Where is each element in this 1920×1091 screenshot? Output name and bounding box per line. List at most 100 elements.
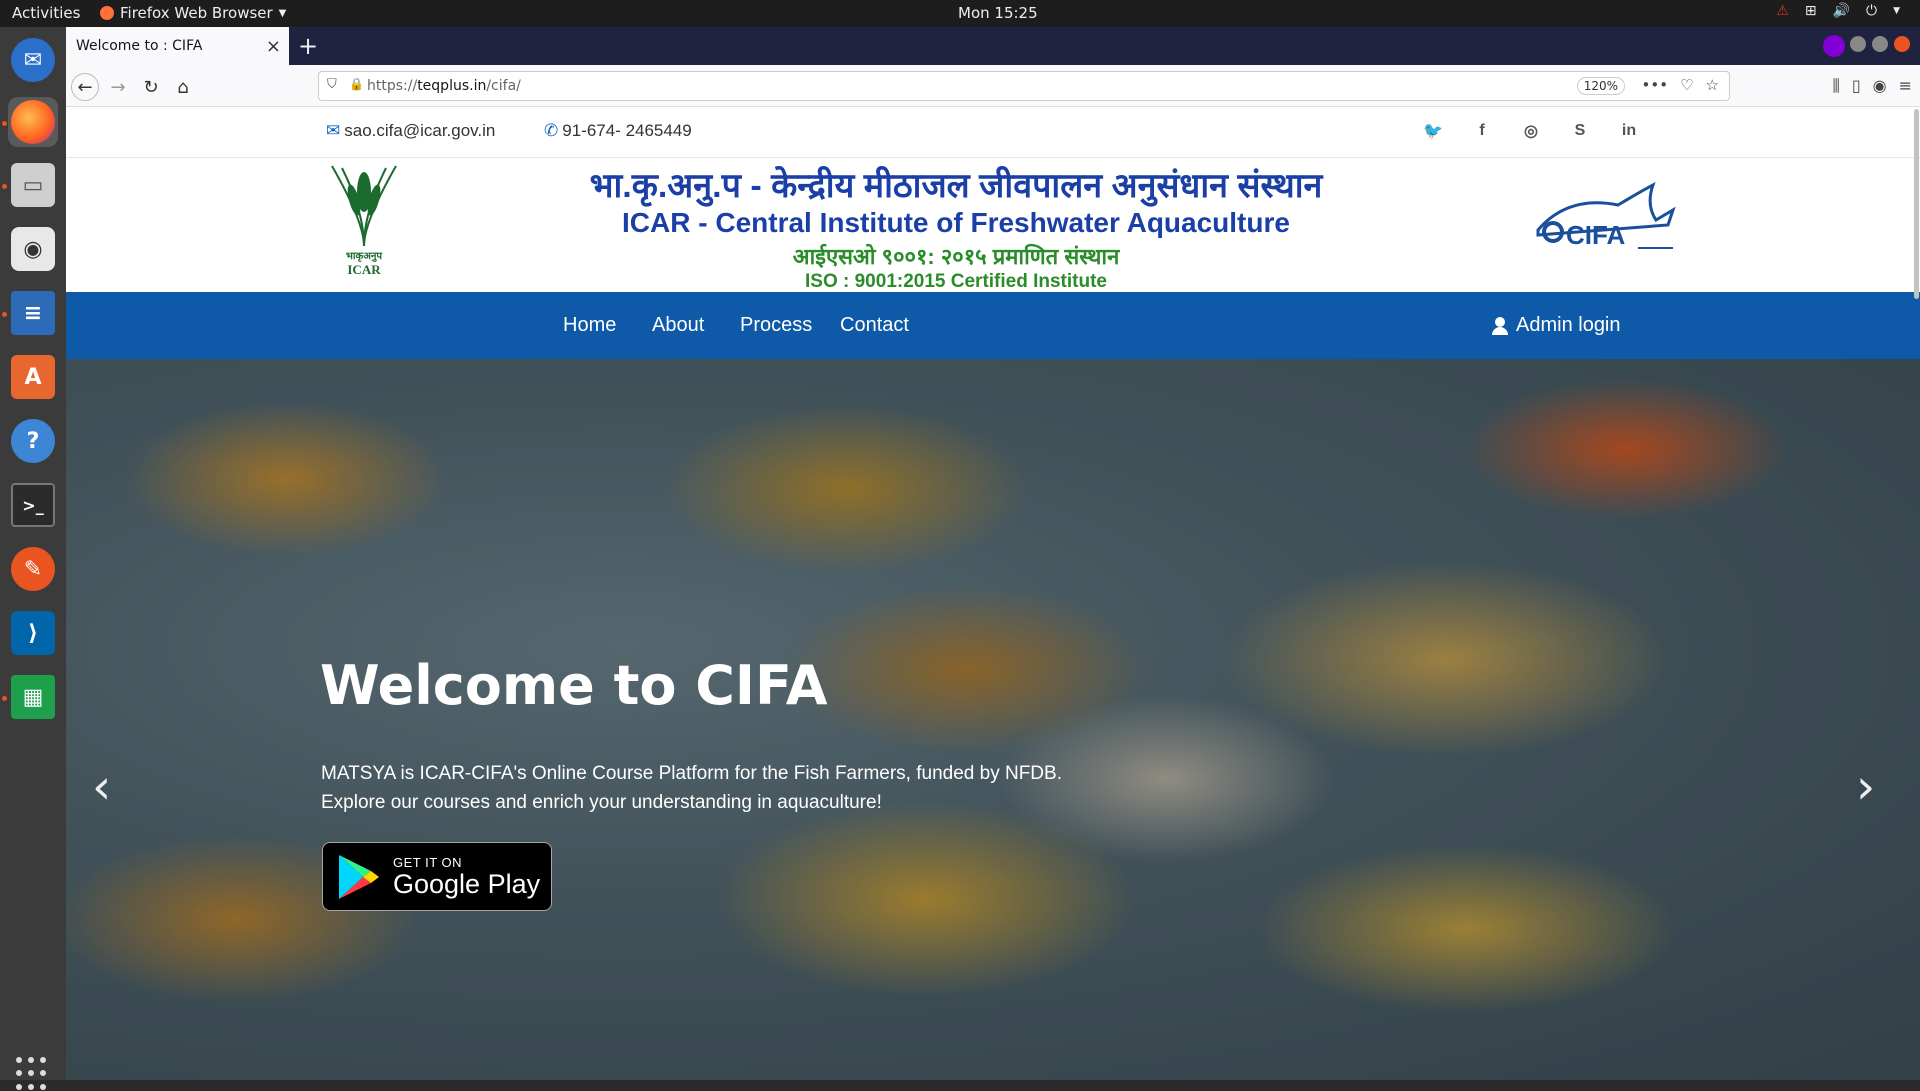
hamburger-menu-icon[interactable]: ≡ bbox=[1899, 76, 1912, 96]
url-host: teqplus.in bbox=[417, 78, 487, 94]
show-applications-icon[interactable] bbox=[16, 1057, 50, 1091]
dock-terminal[interactable]: >_ bbox=[8, 480, 58, 530]
zoom-badge[interactable]: 120% bbox=[1576, 77, 1625, 95]
nav-about[interactable]: About bbox=[652, 314, 704, 337]
dock-software[interactable]: A bbox=[8, 352, 58, 402]
close-tab-icon[interactable]: × bbox=[266, 36, 281, 57]
instagram-icon[interactable]: ◎ bbox=[1520, 120, 1542, 142]
system-tray[interactable]: ⚠ ⊞ 🔊 ⏻ ▼ bbox=[1776, 3, 1900, 19]
nav-contact[interactable]: Contact bbox=[840, 314, 909, 337]
dock: ✉ ▭ ◉ ≡ A ? >_ ✎ ⟩ ▦ bbox=[0, 27, 66, 1090]
dock-help[interactable]: ? bbox=[8, 416, 58, 466]
cifa-logo[interactable]: CIFA bbox=[1528, 180, 1678, 260]
url-path: /cifa/ bbox=[486, 78, 521, 94]
google-play-badge[interactable]: GET IT ON Google Play bbox=[322, 842, 552, 911]
dock-editor[interactable]: ✎ bbox=[8, 544, 58, 594]
dock-files[interactable]: ▭ bbox=[8, 160, 58, 210]
minimize-icon[interactable] bbox=[1850, 36, 1866, 52]
app-menu[interactable]: Firefox Web Browser ▼ bbox=[100, 4, 286, 22]
page-scrollbar[interactable] bbox=[1912, 107, 1920, 1080]
software-center-icon: A bbox=[11, 355, 55, 399]
forward-icon[interactable]: → bbox=[104, 73, 132, 101]
email-link[interactable]: ✉ sao.cifa@icar.gov.in bbox=[326, 121, 495, 141]
toolbar-right: ⫼ ▯ ◉ ≡ bbox=[1832, 76, 1912, 96]
scrollbar-thumb[interactable] bbox=[1914, 109, 1919, 299]
clock[interactable]: Mon 15:25 bbox=[958, 4, 1038, 22]
volume-icon[interactable]: 🔊 bbox=[1833, 3, 1850, 19]
vscode-icon: ⟩ bbox=[11, 611, 55, 655]
url-bar[interactable]: ⛉ 🔒 https://teqplus.in/cifa/ 120% ••• ♡ … bbox=[318, 71, 1730, 101]
home-icon[interactable]: ⌂ bbox=[169, 73, 197, 101]
nav-home[interactable]: Home bbox=[563, 314, 616, 337]
running-indicator bbox=[2, 121, 7, 126]
tab-title: Welcome to : CIFA bbox=[76, 38, 203, 54]
sidebar-icon[interactable]: ▯ bbox=[1852, 76, 1861, 96]
dock-calc[interactable]: ▦ bbox=[8, 672, 58, 722]
hero-overlay bbox=[66, 359, 1920, 1080]
linkedin-icon[interactable]: in bbox=[1618, 120, 1640, 142]
carousel-next-icon[interactable]: › bbox=[1856, 759, 1875, 815]
dock-writer[interactable]: ≡ bbox=[8, 288, 58, 338]
dock-vscode[interactable]: ⟩ bbox=[8, 608, 58, 658]
lock-icon[interactable]: 🔒 bbox=[349, 77, 364, 91]
google-play-text: GET IT ON Google Play bbox=[393, 855, 540, 898]
url-text[interactable]: https://teqplus.in/cifa/ bbox=[367, 78, 521, 94]
phone-link[interactable]: ✆ 91-674- 2465449 bbox=[544, 121, 692, 141]
icar-logo-hindi: भाकृअनुप bbox=[345, 251, 383, 262]
twitter-icon[interactable]: 🐦 bbox=[1422, 120, 1444, 142]
phone-icon: ✆ bbox=[544, 121, 559, 140]
carousel-prev-icon[interactable]: ‹ bbox=[92, 759, 111, 815]
skype-icon[interactable]: S bbox=[1569, 120, 1591, 142]
pen-icon: ✎ bbox=[11, 547, 55, 591]
power-icon[interactable]: ⏻ bbox=[1866, 3, 1877, 19]
nav-process[interactable]: Process bbox=[740, 314, 812, 337]
activities-button[interactable]: Activities bbox=[12, 4, 80, 22]
files-icon: ▭ bbox=[11, 163, 55, 207]
spreadsheet-icon: ▦ bbox=[11, 675, 55, 719]
institute-banner: भा.कृ.अनु.प - केन्द्रीय मीठाजल जीवपालन अ… bbox=[546, 158, 1366, 293]
private-browsing-icon bbox=[1823, 35, 1845, 57]
cifa-logo-text: CIFA bbox=[1566, 220, 1625, 250]
more-actions-icon[interactable]: ••• bbox=[1642, 76, 1669, 94]
back-icon[interactable]: ← bbox=[71, 73, 99, 101]
google-play-icon bbox=[339, 854, 379, 899]
icar-logo[interactable]: भाकृअनुप ICAR bbox=[322, 162, 406, 282]
hero-title: Welcome to CIFA bbox=[320, 654, 828, 717]
hero-description: MATSYA is ICAR-CIFA's Online Course Plat… bbox=[321, 759, 1141, 817]
close-window-icon[interactable] bbox=[1894, 36, 1910, 52]
pocket-icon[interactable]: ♡ bbox=[1680, 76, 1693, 94]
dock-firefox[interactable] bbox=[8, 97, 58, 147]
warning-icon[interactable]: ⚠ bbox=[1776, 3, 1789, 19]
tab-active[interactable]: Welcome to : CIFA × bbox=[66, 27, 289, 65]
reload-icon[interactable]: ↻ bbox=[137, 73, 165, 101]
running-indicator bbox=[2, 312, 7, 317]
email-text: sao.cifa@icar.gov.in bbox=[344, 121, 496, 140]
chevron-down-icon[interactable]: ▼ bbox=[1893, 6, 1900, 16]
facebook-icon[interactable]: f bbox=[1471, 120, 1493, 142]
writer-icon: ≡ bbox=[11, 291, 55, 335]
site-header: भाकृअनुप ICAR भा.कृ.अनु.प - केन्द्रीय मी… bbox=[66, 158, 1920, 292]
tab-bar: Welcome to : CIFA × + bbox=[66, 27, 1920, 65]
terminal-icon: >_ bbox=[11, 483, 55, 527]
system-top-bar: Activities Firefox Web Browser ▼ Mon 15:… bbox=[0, 0, 1920, 27]
google-play-small: GET IT ON bbox=[393, 855, 463, 870]
window-controls bbox=[1850, 36, 1910, 52]
account-icon[interactable]: ◉ bbox=[1873, 76, 1887, 96]
social-links: 🐦 f ◎ S in bbox=[1422, 120, 1640, 142]
google-play-big: Google Play bbox=[393, 869, 541, 899]
new-tab-icon[interactable]: + bbox=[298, 32, 318, 60]
navigation-toolbar: ← → ↻ ⌂ ⛉ 🔒 https://teqplus.in/cifa/ 120… bbox=[66, 65, 1920, 107]
main-navigation: Home About Process Contact Admin login bbox=[66, 292, 1920, 359]
shield-icon[interactable]: ⛉ bbox=[327, 77, 337, 92]
app-menu-label: Firefox Web Browser bbox=[120, 4, 273, 22]
library-icon[interactable]: ⫼ bbox=[1832, 76, 1839, 96]
maximize-icon[interactable] bbox=[1872, 36, 1888, 52]
firefox-icon bbox=[100, 6, 114, 20]
dock-thunderbird[interactable]: ✉ bbox=[8, 35, 58, 85]
admin-login-button[interactable]: Admin login bbox=[1492, 314, 1621, 337]
dock-rhythmbox[interactable]: ◉ bbox=[8, 224, 58, 274]
bookmark-star-icon[interactable]: ☆ bbox=[1706, 76, 1719, 94]
hero-text-line-1: MATSYA is ICAR-CIFA's Online Course Plat… bbox=[321, 763, 1062, 784]
firefox-window: Welcome to : CIFA × + ← → ↻ ⌂ ⛉ 🔒 https:… bbox=[66, 27, 1920, 1080]
network-icon[interactable]: ⊞ bbox=[1805, 3, 1817, 19]
